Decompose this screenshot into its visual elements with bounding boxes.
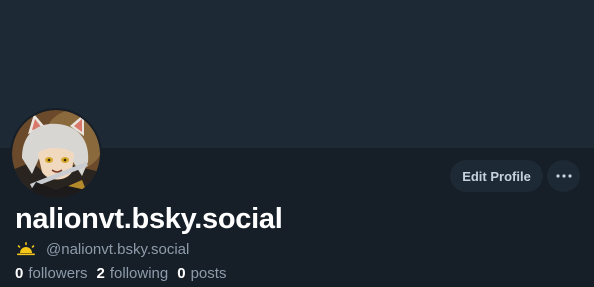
sunrise-icon xyxy=(17,242,35,256)
avatar-image-icon xyxy=(12,110,100,198)
ellipsis-icon xyxy=(555,174,572,178)
following-label: following xyxy=(109,265,169,282)
following-stat[interactable]: 2 following xyxy=(97,265,169,282)
profile-avatar[interactable] xyxy=(10,108,102,200)
profile-handle: @nalionvt.bsky.social xyxy=(46,240,190,258)
more-options-button[interactable] xyxy=(547,160,580,192)
edit-profile-button[interactable]: Edit Profile xyxy=(450,160,543,192)
posts-stat: 0 posts xyxy=(177,265,226,282)
followers-count: 0 xyxy=(15,265,24,282)
posts-count: 0 xyxy=(177,265,186,282)
followers-stat[interactable]: 0 followers xyxy=(15,265,88,282)
handle-row: @nalionvt.bsky.social xyxy=(16,239,189,259)
profile-display-name: nalionvt.bsky.social xyxy=(15,203,283,235)
followers-label: followers xyxy=(28,265,88,282)
profile-stats: 0 followers 2 following 0 posts xyxy=(15,265,235,282)
following-count: 2 xyxy=(96,265,105,282)
posts-label: posts xyxy=(190,265,227,282)
